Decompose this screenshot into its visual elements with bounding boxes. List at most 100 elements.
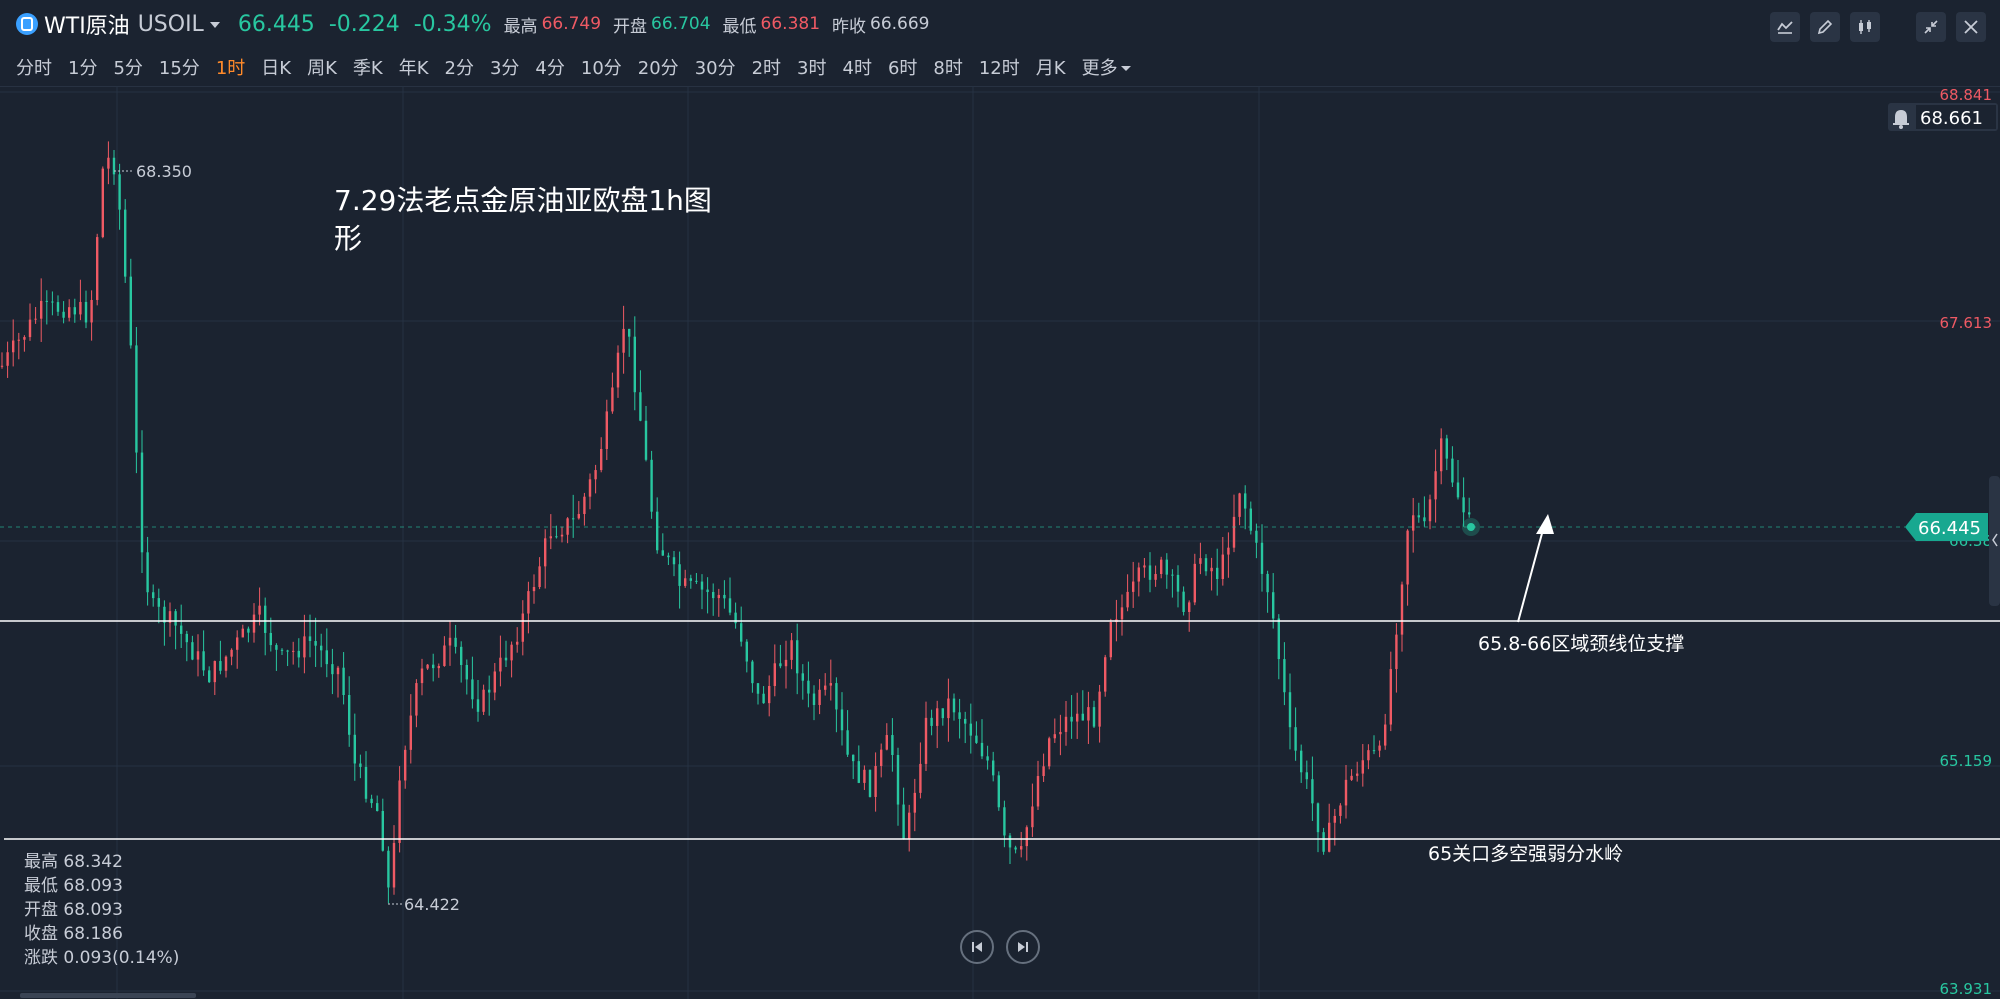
collapse-button[interactable] [1916, 12, 1946, 42]
candle-body [180, 625, 183, 634]
candle-body [1434, 471, 1437, 500]
candle-body [1316, 803, 1320, 833]
candle-body [292, 650, 295, 652]
candle-body [152, 592, 155, 599]
period-tab[interactable]: 年K [399, 54, 429, 80]
candle-type-button[interactable] [1850, 12, 1880, 42]
candle-body [689, 578, 692, 581]
candle-body [224, 656, 228, 671]
candle-body [1070, 716, 1073, 722]
chevron-down-icon[interactable] [1120, 65, 1131, 71]
axis-label-2: 67.613 [1940, 314, 1993, 332]
candle-body [1087, 707, 1090, 721]
period-tab[interactable]: 3分 [490, 54, 519, 80]
period-tab[interactable]: 20分 [638, 54, 679, 80]
candle-body [824, 685, 827, 690]
period-tab[interactable]: 分时 [16, 54, 52, 80]
candle-type-icon [1859, 20, 1871, 34]
candle-body [370, 798, 373, 804]
period-tab[interactable]: 4分 [535, 54, 564, 80]
candle-body [465, 664, 468, 680]
candle-body [986, 756, 989, 761]
candle-body [1300, 750, 1303, 773]
period-tab[interactable]: 季K [353, 54, 383, 80]
candle-body [1137, 567, 1140, 582]
symbol-name[interactable]: WTI原油 [44, 8, 130, 40]
candle-body [1378, 745, 1381, 751]
candle-body [280, 649, 284, 651]
candle-body [538, 566, 541, 588]
candle-body [376, 803, 379, 812]
skip-back-icon [972, 942, 982, 952]
candlestick-chart[interactable]: 7.29法老点金原油亚欧盘1h图 形 65.8-66区域颈线位支撑 65关口多空… [0, 86, 2000, 999]
period-tab[interactable]: 1分 [68, 54, 97, 80]
ohlc-open: 开盘 68.093 [24, 900, 123, 920]
candle-body [1350, 775, 1353, 780]
period-tab[interactable]: 6时 [888, 54, 917, 80]
candle-body [269, 632, 272, 646]
candle-body [320, 645, 323, 651]
indicator-button[interactable] [1770, 12, 1800, 42]
candle-body [1148, 565, 1152, 580]
period-tab[interactable]: 2时 [752, 54, 781, 80]
candle-body [639, 392, 642, 421]
period-tab[interactable]: 2分 [445, 54, 474, 80]
candle-body [1036, 776, 1040, 807]
candle-body [812, 693, 816, 705]
candle-body [835, 683, 838, 710]
draw-button[interactable] [1810, 12, 1840, 42]
chevron-down-icon[interactable] [209, 22, 220, 28]
candle-body [997, 775, 1000, 808]
scroll-to-end-button[interactable] [1006, 930, 1040, 964]
candle-body [1053, 734, 1056, 739]
period-tab[interactable]: 更多 [1082, 54, 1118, 80]
collapse-icon [1924, 20, 1938, 34]
period-tab[interactable]: 周K [307, 54, 337, 80]
candle-body [79, 301, 82, 315]
candle-body [1451, 458, 1454, 483]
period-tab[interactable]: 日K [261, 54, 291, 80]
ohlc-info: 最高 68.342 最低 68.093 开盘 68.093 收盘 68.186 … [24, 850, 179, 970]
horizontal-scrollbar[interactable] [20, 993, 196, 998]
candle-body [107, 157, 110, 169]
candle-body [208, 670, 211, 683]
candle-body [129, 276, 132, 346]
candle-body [432, 664, 435, 669]
scroll-to-start-button[interactable] [960, 930, 994, 964]
period-tab[interactable]: 12时 [979, 54, 1020, 80]
price-change-pct: -0.34% [413, 11, 492, 37]
candle-body [1143, 565, 1146, 568]
candle-body [1412, 515, 1415, 531]
period-tab[interactable]: 3时 [797, 54, 826, 80]
period-tab[interactable]: 10分 [581, 54, 622, 80]
candle-body [947, 698, 950, 719]
candle-body [1042, 766, 1045, 777]
candle-body [644, 420, 648, 460]
period-tab[interactable]: 4时 [843, 54, 872, 80]
close-button[interactable] [1956, 12, 1986, 42]
period-tab[interactable]: 1时 [216, 54, 245, 80]
candle-body [1126, 591, 1129, 608]
candle-body [252, 614, 256, 633]
candle-body [1154, 573, 1157, 580]
period-tab[interactable]: 5分 [113, 54, 142, 80]
candle-body [952, 698, 956, 713]
candle-body [695, 580, 698, 582]
candle-body [852, 754, 855, 762]
candle-body [476, 699, 480, 712]
symbol-code[interactable]: USOIL [138, 12, 204, 37]
candle-body [1456, 482, 1460, 498]
candle-body [1059, 731, 1062, 735]
candle-body [353, 734, 356, 764]
candle-body [975, 735, 978, 743]
period-tab[interactable]: 月K [1036, 54, 1066, 80]
candle-body [762, 693, 765, 704]
alert-price[interactable]: 68.661 [1888, 103, 1998, 131]
period-tab[interactable]: 15分 [159, 54, 200, 80]
candle-body [90, 299, 93, 323]
ohlc-low: 最低 68.093 [24, 876, 123, 896]
candle-body [801, 673, 804, 681]
candle-body [213, 661, 216, 683]
period-tab[interactable]: 8时 [933, 54, 962, 80]
period-tab[interactable]: 30分 [695, 54, 736, 80]
